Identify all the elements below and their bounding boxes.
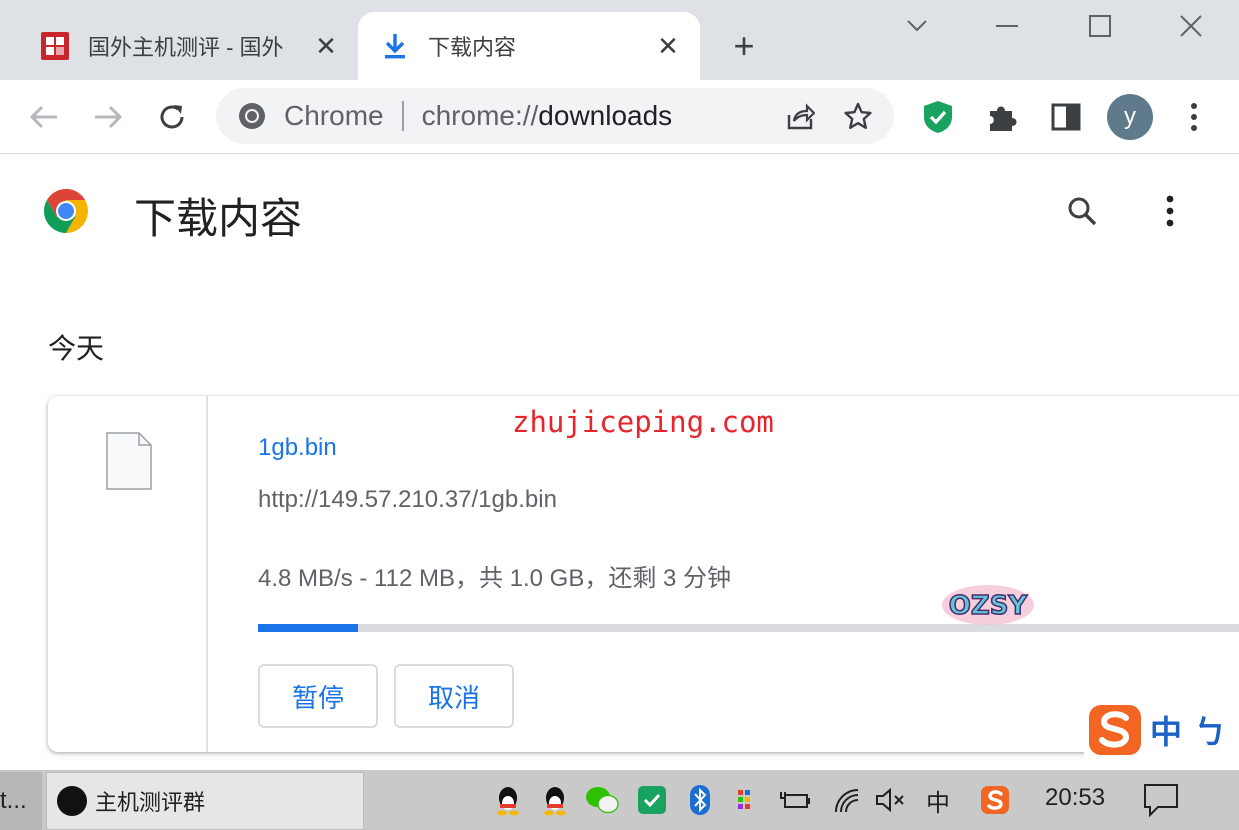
pause-button[interactable]: 暂停 bbox=[258, 664, 378, 728]
chrome-icon bbox=[234, 98, 270, 134]
tab-search-icon[interactable] bbox=[894, 6, 940, 46]
maximize-icon[interactable] bbox=[1077, 6, 1123, 46]
reload-icon[interactable] bbox=[150, 95, 194, 139]
download-progress-bar bbox=[258, 624, 1239, 632]
omnibox-url[interactable]: chrome://downloads bbox=[422, 100, 778, 132]
download-file-name-link[interactable]: 1gb.bin bbox=[258, 434, 337, 462]
cancel-button[interactable]: 取消 bbox=[394, 664, 514, 728]
ime-punctuation-indicator[interactable]: ㄅ bbox=[1194, 707, 1226, 753]
taskbar-item-label: 主机测评群 bbox=[95, 790, 206, 815]
page-title: 下载内容 bbox=[134, 195, 303, 242]
page-header: 下载内容 bbox=[0, 155, 1239, 265]
tab-strip: 国外主机测评 - 国外 ✕ 下载内容 ✕ + bbox=[0, 0, 1239, 80]
tab-title: 国外主机测评 - 国外 bbox=[88, 35, 284, 60]
notification-icon[interactable] bbox=[1142, 782, 1180, 818]
tab-downloads[interactable]: 下载内容 ✕ bbox=[358, 12, 700, 80]
volume-muted-icon[interactable] bbox=[872, 782, 908, 818]
taskbar-clock[interactable]: 20:53 bbox=[1045, 784, 1105, 812]
sogou-tray-icon[interactable] bbox=[977, 782, 1013, 818]
profile-avatar[interactable]: y bbox=[1107, 94, 1153, 140]
chrome-logo-icon bbox=[42, 187, 90, 235]
date-group-label: 今天 bbox=[48, 333, 105, 364]
power-battery-icon[interactable] bbox=[777, 782, 813, 818]
taskbar-item-chat-group[interactable]: 主机测评群 bbox=[46, 772, 364, 830]
security-app-icon[interactable] bbox=[634, 782, 670, 818]
download-status: 4.8 MB/s - 112 MB，共 1.0 GB，还剩 3 分钟 bbox=[258, 565, 732, 592]
forward-icon[interactable] bbox=[86, 95, 130, 139]
url-host: downloads bbox=[538, 100, 673, 131]
ozsy-sticker: OZSY bbox=[940, 582, 1036, 628]
tab-zhujiceping[interactable]: 国外主机测评 - 国外 ✕ bbox=[18, 12, 358, 80]
bluetooth-icon[interactable] bbox=[682, 782, 718, 818]
minimize-icon[interactable] bbox=[984, 6, 1030, 46]
download-source-url[interactable]: http://149.57.210.37/1gb.bin bbox=[258, 486, 557, 514]
input-method-indicator[interactable]: 中 bbox=[920, 782, 956, 818]
new-tab-button[interactable]: + bbox=[724, 25, 764, 66]
url-prefix: chrome:// bbox=[421, 100, 539, 131]
tab-close-button[interactable]: ✕ bbox=[308, 28, 344, 64]
taskbar: t... 主机测评群 中 20:53 bbox=[0, 770, 1239, 830]
wechat-icon[interactable] bbox=[584, 782, 620, 818]
sogou-ime-icon bbox=[1089, 705, 1141, 755]
wifi-icon[interactable] bbox=[829, 782, 865, 818]
omnibox[interactable]: Chrome chrome://downloads bbox=[216, 88, 894, 144]
star-icon[interactable] bbox=[836, 94, 880, 138]
watermark-text: zhujiceping.com bbox=[512, 405, 774, 439]
close-icon[interactable] bbox=[1168, 6, 1214, 46]
back-icon[interactable] bbox=[22, 95, 66, 139]
app-icon bbox=[57, 786, 87, 816]
download-item-card: 1gb.bin http://149.57.210.37/1gb.bin 4.8… bbox=[48, 396, 1239, 752]
shield-extension-icon[interactable] bbox=[916, 95, 960, 139]
omnibox-scheme-label: Chrome bbox=[284, 100, 384, 131]
download-icon bbox=[378, 29, 412, 63]
more-actions-icon[interactable] bbox=[1148, 189, 1192, 233]
download-progress-fill bbox=[258, 624, 358, 632]
file-icon bbox=[106, 432, 152, 490]
side-panel-icon[interactable] bbox=[1044, 95, 1088, 139]
zhujiceping-favicon bbox=[38, 29, 72, 63]
tab-title: 下载内容 bbox=[428, 35, 517, 60]
browser-toolbar: Chrome chrome://downloads y bbox=[0, 80, 1239, 154]
downloads-page: 下载内容 今天 1gb.bin http://149.57.210.37/1gb… bbox=[0, 155, 1239, 770]
ime-mode-indicator[interactable]: 中 bbox=[1150, 707, 1182, 753]
tab-close-button[interactable]: ✕ bbox=[650, 28, 686, 64]
qq-icon[interactable] bbox=[490, 782, 526, 818]
download-icon-column bbox=[48, 396, 208, 752]
taskbar-item-previous[interactable]: t... bbox=[0, 772, 42, 830]
qq-icon[interactable] bbox=[537, 782, 573, 818]
omnibox-divider bbox=[401, 101, 404, 131]
search-icon[interactable] bbox=[1060, 189, 1104, 233]
sticker-text: OZSY bbox=[949, 591, 1029, 621]
ime-toolbar[interactable]: 中 ㄅ bbox=[1084, 700, 1239, 760]
puzzle-extension-icon[interactable] bbox=[980, 95, 1024, 139]
menu-icon[interactable] bbox=[1172, 95, 1216, 139]
share-icon[interactable] bbox=[778, 94, 822, 138]
color-app-icon[interactable] bbox=[728, 782, 764, 818]
